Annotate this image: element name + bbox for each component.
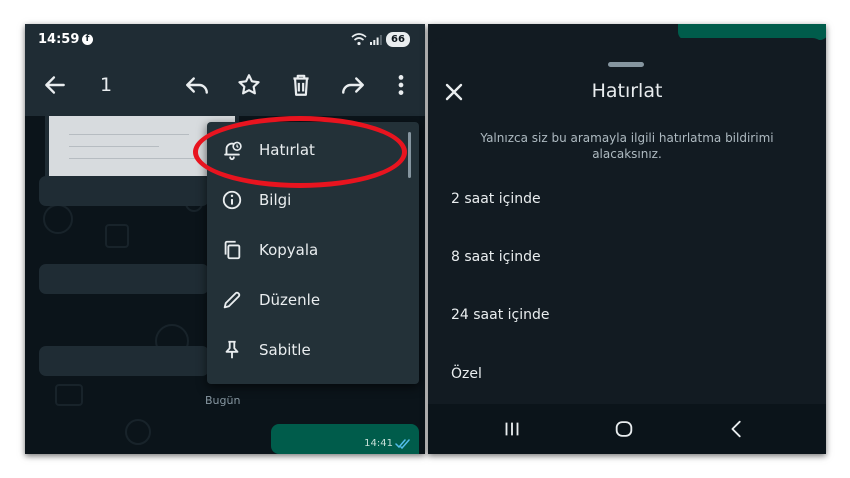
incoming-message-bubble[interactable]	[39, 346, 209, 376]
info-icon	[222, 190, 242, 210]
menu-item-label: Düzenle	[259, 291, 321, 309]
option-label: 2 saat içinde	[451, 191, 541, 207]
menu-item-edit[interactable]: Düzenle	[207, 276, 419, 326]
back-nav-icon[interactable]	[726, 418, 748, 440]
option-2-hours[interactable]: 2 saat içinde	[428, 176, 826, 226]
message-time: 14:41	[364, 438, 393, 449]
option-label: Özel	[451, 366, 482, 382]
home-icon[interactable]	[613, 418, 635, 440]
menu-scrollbar[interactable]	[408, 132, 411, 178]
star-icon[interactable]	[236, 72, 262, 98]
wallpaper-doodle	[125, 419, 151, 445]
sheet-description: Yalnızca siz bu aramayla ilgili hatırlat…	[480, 131, 774, 161]
image-detail	[69, 158, 199, 159]
option-custom[interactable]: Özel	[428, 351, 826, 401]
menu-item-label: Bilgi	[259, 191, 292, 209]
back-arrow-icon[interactable]	[42, 72, 68, 98]
option-24-hours[interactable]: 24 saat içinde	[428, 292, 826, 342]
menu-item-label: Kopyala	[259, 241, 319, 259]
image-detail	[69, 146, 159, 147]
forward-icon[interactable]	[340, 72, 366, 98]
selected-count: 1	[100, 74, 113, 96]
selection-toolbar: 1	[25, 54, 425, 116]
battery-indicator: 66	[386, 32, 410, 47]
right-phone-screen: Hatırlat Yalnızca siz bu aramayla ilgili…	[428, 24, 826, 454]
edit-pencil-icon	[223, 291, 241, 309]
reply-icon[interactable]	[184, 72, 210, 98]
wallpaper-doodle	[43, 204, 73, 234]
incoming-message-bubble[interactable]	[39, 264, 209, 294]
pin-icon	[225, 340, 239, 359]
delete-icon[interactable]	[288, 72, 314, 98]
read-ticks-icon	[395, 439, 410, 449]
status-bar: 14:59 f 66	[25, 24, 425, 54]
left-phone-screen: 14:59 f 66 1 Bugün 14:41 Hatırlat Bilgi …	[25, 24, 425, 454]
date-separator: Bugün	[205, 394, 241, 407]
recent-apps-icon[interactable]	[501, 418, 523, 440]
option-label: 24 saat içinde	[451, 307, 550, 323]
status-time: 14:59	[38, 32, 80, 47]
wallpaper-doodle	[105, 224, 129, 248]
highlight-annotation-oval	[193, 116, 407, 188]
signal-icon	[370, 35, 382, 45]
menu-item-label: Sabitle	[259, 341, 311, 359]
wifi-icon	[351, 33, 367, 46]
option-8-hours[interactable]: 8 saat içinde	[428, 234, 826, 284]
system-nav-bar	[428, 404, 826, 454]
menu-item-pin[interactable]: Sabitle	[207, 326, 419, 376]
menu-item-copy[interactable]: Kopyala	[207, 226, 419, 276]
sheet-title: Hatırlat	[591, 80, 663, 102]
wallpaper-doodle	[55, 384, 83, 406]
incoming-message-bubble[interactable]	[39, 176, 209, 206]
outgoing-message-bubble[interactable]: 14:41	[271, 424, 419, 454]
image-detail	[69, 134, 189, 135]
copy-icon	[224, 240, 241, 260]
sheet-drag-handle[interactable]	[608, 62, 644, 67]
option-label: 8 saat içinde	[451, 249, 541, 265]
facebook-icon: f	[82, 34, 93, 45]
more-vert-icon[interactable]	[388, 72, 414, 98]
